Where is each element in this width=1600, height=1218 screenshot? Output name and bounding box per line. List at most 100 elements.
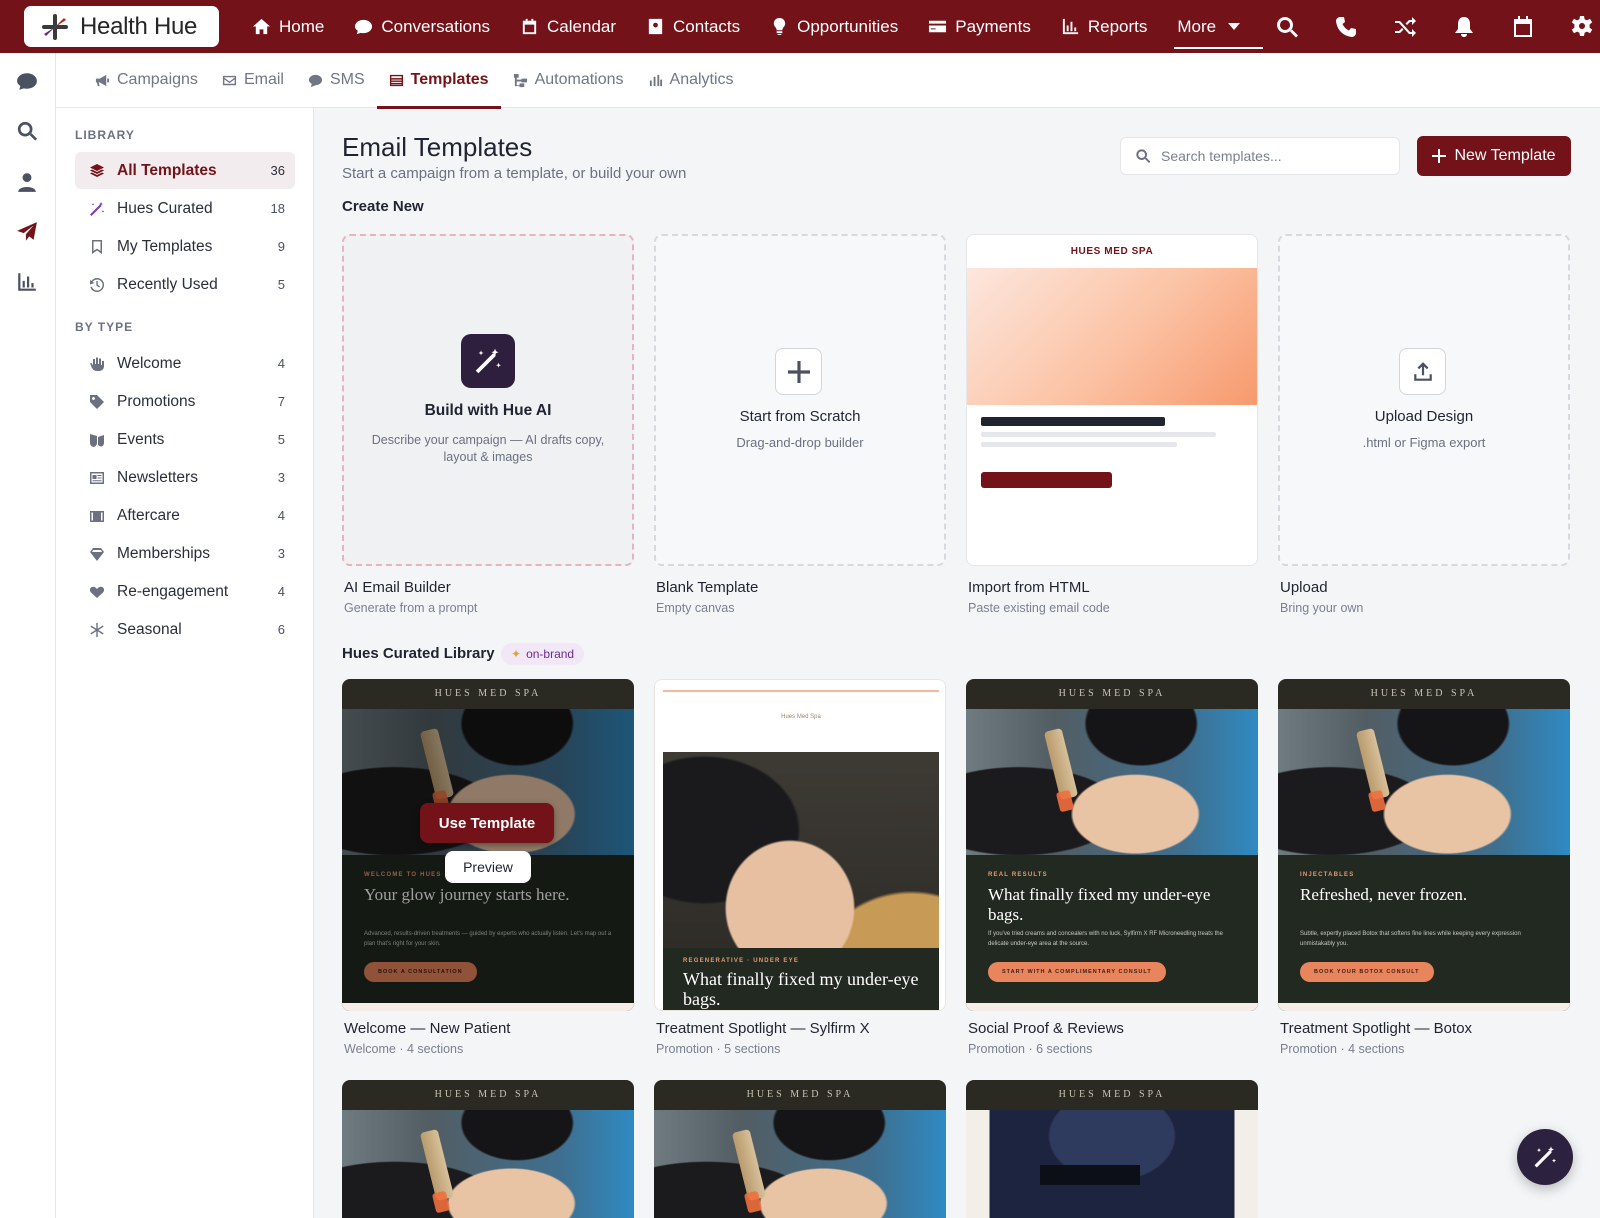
upload-card-title: Upload Design <box>1374 408 1474 425</box>
newspaper-icon <box>89 471 104 484</box>
sidebar-item-label: My Templates <box>117 237 213 255</box>
nav-calendar[interactable]: Calendar <box>505 0 631 53</box>
template-card[interactable]: HUES MED SPA <box>966 1080 1258 1218</box>
template-brand: HUES MED SPA <box>1058 688 1166 699</box>
nav-reports[interactable]: Reports <box>1046 0 1163 53</box>
nav-payments[interactable]: Payments <box>913 0 1046 53</box>
shuffle-icon[interactable] <box>1393 15 1417 39</box>
sidebar-item-label: Re-engagement <box>117 582 229 600</box>
sidebar-item-events[interactable]: Events 5 <box>75 421 295 458</box>
ai-card-title: Build with Hue AI <box>424 402 552 419</box>
use-template-button[interactable]: Use Template <box>420 803 554 843</box>
rail-marketing[interactable] <box>16 221 40 245</box>
plus-icon <box>787 360 810 383</box>
tab-automations[interactable]: Automations <box>501 53 636 108</box>
sidebar-item-promotions[interactable]: Promotions 7 <box>75 383 295 420</box>
template-card[interactable]: HUES MED SPA <box>342 1080 634 1218</box>
nav-more-dropdown[interactable]: More <box>1162 0 1263 53</box>
flow-icon <box>513 73 527 87</box>
header-actions <box>1275 0 1600 53</box>
nav-opportunities[interactable]: Opportunities <box>755 0 913 53</box>
template-brand: HUES MED SPA <box>434 688 542 699</box>
sidebar-item-seasonal[interactable]: Seasonal 6 <box>75 611 295 648</box>
sidebar-item-hues-curated[interactable]: Hues Curated 18 <box>75 190 295 227</box>
upload-icon <box>1413 361 1432 381</box>
ai-builder-card[interactable]: Build with Hue AI Describe your campaign… <box>342 234 634 566</box>
template-card-botox[interactable]: HUES MED SPA INJECTABLES Refreshed, neve… <box>1278 679 1570 1011</box>
rail-reports[interactable] <box>16 271 40 295</box>
on-brand-badge: ✦ on-brand <box>501 643 585 665</box>
bell-icon[interactable] <box>1452 15 1476 39</box>
nav-home-label: Home <box>279 16 325 36</box>
megaphone-icon <box>95 74 110 86</box>
plus-icon <box>1432 149 1447 163</box>
sidebar-item-my-templates[interactable]: My Templates 9 <box>75 228 295 265</box>
card-name: Upload <box>1280 579 1328 596</box>
count-badge: 18 <box>270 201 285 216</box>
blank-template-card[interactable]: Start from Scratch Drag-and-drop builder <box>654 234 946 566</box>
bar-chart-icon <box>1062 18 1078 35</box>
nav-conversations-label: Conversations <box>381 16 491 36</box>
page-title: Email Templates <box>342 132 533 162</box>
search-icon[interactable] <box>1275 15 1299 39</box>
template-search[interactable] <box>1120 137 1400 175</box>
tab-analytics[interactable]: Analytics <box>636 53 746 108</box>
import-html-card[interactable]: HUES MED SPA <box>966 234 1258 566</box>
template-card-sylfirm[interactable]: Hues Med Spa REGENERATIVE · UNDER EYE Wh… <box>654 679 946 1011</box>
tab-campaigns[interactable]: Campaigns <box>83 53 210 108</box>
upload-design-card[interactable]: Upload Design .html or Figma export <box>1278 234 1570 566</box>
card-meta: Promotion · 6 sections <box>968 1042 1093 1056</box>
nav-contacts[interactable]: Contacts <box>631 0 755 53</box>
sidebar-item-welcome[interactable]: Welcome 4 <box>75 345 295 382</box>
card-name: Blank Template <box>656 579 759 596</box>
template-footer-strip <box>966 1003 1258 1011</box>
sidebar-item-aftercare[interactable]: Aftercare 4 <box>75 497 295 534</box>
nav-contacts-label: Contacts <box>673 16 741 36</box>
tab-sms[interactable]: SMS <box>296 53 377 108</box>
sidebar-item-re-engagement[interactable]: Re-engagement 4 <box>75 573 295 610</box>
calendar-icon[interactable] <box>1511 15 1535 39</box>
sidebar-item-memberships[interactable]: Memberships 3 <box>75 535 295 572</box>
template-card-social-proof[interactable]: HUES MED SPA REAL RESULTS What finally f… <box>966 679 1258 1011</box>
app-logo[interactable]: Health Hue <box>24 6 219 47</box>
tab-templates[interactable]: Templates <box>376 53 501 109</box>
template-card-welcome[interactable]: HUES MED SPA WELCOME TO HUES Your glow j… <box>342 679 634 1011</box>
add-box <box>775 348 822 395</box>
tab-campaigns-label: Campaigns <box>117 71 198 88</box>
ai-assistant-fab[interactable] <box>1517 1129 1573 1185</box>
sidebar-item-label: Welcome <box>117 354 182 372</box>
count-badge: 9 <box>277 239 285 254</box>
upload-box <box>1399 348 1446 395</box>
rail-chat[interactable] <box>16 70 40 94</box>
search-icon <box>1136 149 1151 163</box>
tab-analytics-label: Analytics <box>669 71 734 88</box>
sidebar-item-label: Memberships <box>117 544 211 562</box>
template-cta: START WITH A COMPLIMENTARY CONSULT <box>988 962 1166 982</box>
history-icon <box>89 277 104 292</box>
rail-search[interactable] <box>16 120 40 144</box>
template-card[interactable]: HUES MED SPA <box>654 1080 946 1218</box>
rail-contacts[interactable] <box>16 171 40 195</box>
nav-conversations[interactable]: Conversations <box>339 0 505 53</box>
template-footer-strip <box>342 1003 634 1011</box>
search-input[interactable] <box>1161 148 1381 164</box>
user-icon <box>18 173 36 192</box>
phone-icon[interactable] <box>1334 15 1358 39</box>
template-cta: BOOK YOUR BOTOX CONSULT <box>1300 962 1434 982</box>
magic-wand-icon <box>89 201 104 216</box>
nav-home[interactable]: Home <box>237 0 339 53</box>
tab-email[interactable]: Email <box>210 53 296 108</box>
card-meta: Generate from a prompt <box>344 601 478 615</box>
sidebar-item-recently-used[interactable]: Recently Used 5 <box>75 266 295 303</box>
ai-badge <box>461 334 515 388</box>
preview-button[interactable]: Preview <box>445 851 531 883</box>
template-copy: Subtle, expertly placed Botox that softe… <box>1300 931 1521 947</box>
sidebar-item-newsletters[interactable]: Newsletters 3 <box>75 459 295 496</box>
sidebar-item-all-templates[interactable]: All Templates 36 <box>75 152 295 189</box>
new-template-button[interactable]: New Template <box>1417 136 1571 176</box>
layers-icon <box>89 163 104 177</box>
app-name: Health Hue <box>80 12 198 40</box>
nav-reports-label: Reports <box>1087 16 1148 36</box>
gear-icon[interactable] <box>1570 15 1594 39</box>
nav-calendar-label: Calendar <box>547 16 617 36</box>
